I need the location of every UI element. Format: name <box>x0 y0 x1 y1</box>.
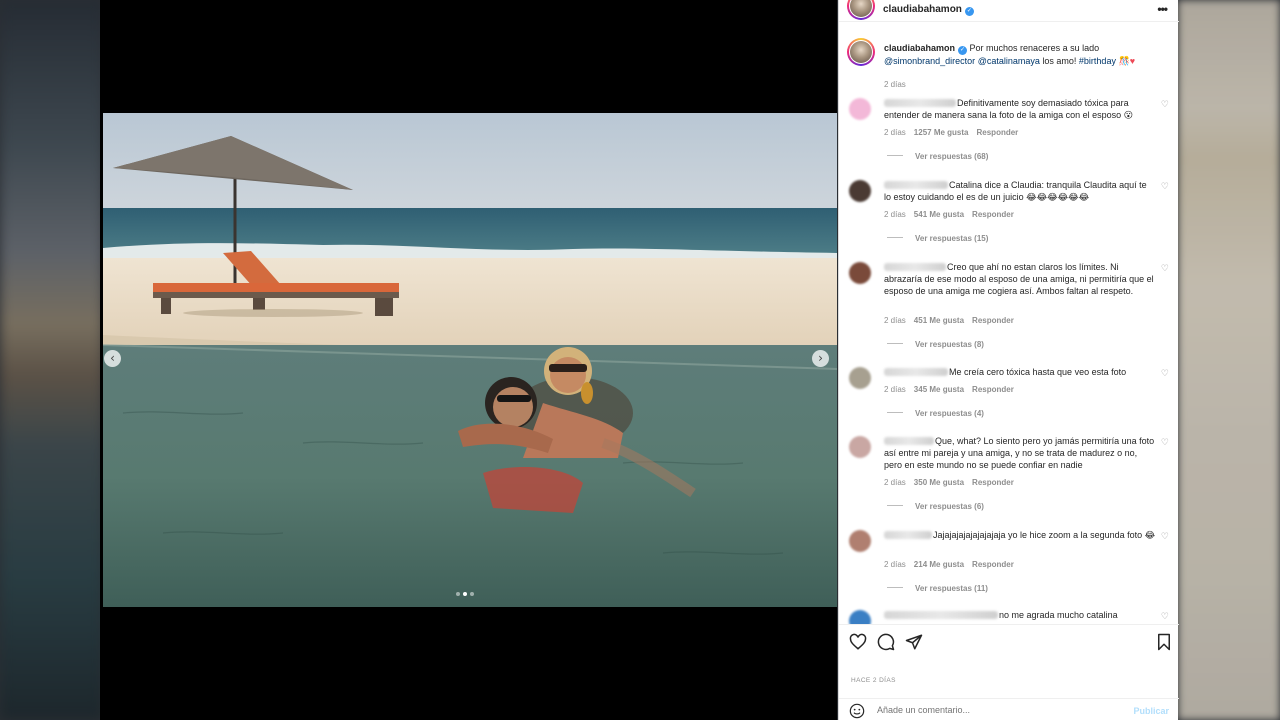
comment-avatar[interactable] <box>849 98 871 120</box>
comment-meta: 2 días 541 Me gusta Responder <box>884 210 1022 219</box>
caption-body: Por muchos renaceres a su lado <box>969 43 1100 53</box>
more-options-icon[interactable]: ••• <box>1157 2 1168 16</box>
comment-username-blurred[interactable] <box>884 181 948 189</box>
comment-time[interactable]: 2 días <box>884 560 906 569</box>
comment-avatar[interactable] <box>849 367 871 389</box>
comment-text: Creo que ahí no estan claros los límites… <box>884 262 1154 296</box>
caption-avatar[interactable] <box>847 38 875 66</box>
view-replies-button[interactable]: Ver respuestas (11) <box>887 584 988 593</box>
comment-likes[interactable]: 350 Me gusta <box>914 478 964 487</box>
view-replies-button[interactable]: Ver respuestas (6) <box>887 502 984 511</box>
party-emoji: 🎊 <box>1118 56 1130 66</box>
reply-button[interactable]: Responder <box>972 560 1014 569</box>
mention-link[interactable]: @catalinamaya <box>978 56 1040 66</box>
comment-text: Me creía cero tóxica hasta que veo esta … <box>884 367 1156 379</box>
like-comment-icon[interactable]: ♡ <box>1161 438 1169 448</box>
blurred-left-edge <box>0 0 104 720</box>
username-text[interactable]: claudiabahamon <box>883 4 962 15</box>
like-comment-icon[interactable]: ♡ <box>1161 264 1169 274</box>
post-header: claudiabahamon ✓ ••• <box>839 0 1179 22</box>
comment-avatar[interactable] <box>849 262 871 284</box>
comment-meta: 2 días 350 Me gusta Responder <box>884 478 1022 487</box>
like-comment-icon[interactable]: ♡ <box>1161 369 1169 379</box>
comment-username-blurred[interactable] <box>884 437 934 445</box>
post-caption: claudiabahamon ✓ Por muchos renaceres a s… <box>839 38 1179 98</box>
comment-time[interactable]: 2 días <box>884 210 906 219</box>
add-comment-bar: Publicar <box>839 698 1179 720</box>
mention-link[interactable]: @simonbrand_director <box>884 56 975 66</box>
like-comment-icon[interactable]: ♡ <box>1161 182 1169 192</box>
comment-likes[interactable]: 541 Me gusta <box>914 210 964 219</box>
comment-text: Jajajajajajajajajaja yo le hice zoom a l… <box>884 530 1156 542</box>
caption-body-2: los amo! <box>1042 56 1077 66</box>
comment-avatar[interactable] <box>849 610 871 624</box>
caption-username[interactable]: claudiabahamon <box>884 43 955 53</box>
comment-text: Que, what? Lo siento pero yo jamás permi… <box>884 436 1155 470</box>
carousel-dot[interactable] <box>470 592 474 596</box>
reply-button[interactable]: Responder <box>972 478 1014 487</box>
verified-badge-icon: ✓ <box>964 7 974 16</box>
instagram-post-panel: claudiabahamon ✓ ••• claudiabahamon ✓ Por … <box>838 0 1179 720</box>
post-username[interactable]: claudiabahamon ✓ <box>883 4 974 16</box>
add-comment-input[interactable] <box>877 705 1117 715</box>
reply-button[interactable]: Responder <box>972 210 1014 219</box>
comment-meta: 2 días 345 Me gusta Responder <box>884 385 1022 394</box>
carousel-prev-button[interactable]: ‹ <box>104 350 121 367</box>
comment-text: Definitivamente soy demasiado tóxica par… <box>884 98 1134 120</box>
save-bookmark-icon[interactable] <box>1155 633 1173 651</box>
comment-username-blurred[interactable] <box>884 368 948 376</box>
comment-time[interactable]: 2 días <box>884 385 906 394</box>
comment-username-blurred[interactable] <box>884 531 932 539</box>
comment-text: Catalina dice a Claudia: tranquila Claud… <box>884 180 1147 202</box>
reply-button[interactable]: Responder <box>972 385 1014 394</box>
comment-avatar[interactable] <box>849 180 871 202</box>
comment-text: no me agrada mucho catalina <box>884 610 1156 622</box>
like-comment-icon[interactable]: ♡ <box>1161 100 1169 110</box>
comment-time[interactable]: 2 días <box>884 478 906 487</box>
comment-avatar[interactable] <box>849 530 871 552</box>
comment-time[interactable]: 2 días <box>884 316 906 325</box>
publish-button[interactable]: Publicar <box>1133 706 1169 716</box>
comment-time[interactable]: 2 días <box>884 128 906 137</box>
comment-meta: 2 días 451 Me gusta Responder <box>884 316 1022 325</box>
carousel-dot-active[interactable] <box>463 592 467 596</box>
caption-text: claudiabahamon ✓ Por muchos renaceres a s… <box>884 42 1169 67</box>
comment-avatar[interactable] <box>849 436 871 458</box>
comment-username-blurred[interactable] <box>884 611 998 619</box>
comment-likes[interactable]: 214 Me gusta <box>914 560 964 569</box>
red-heart-emoji: ♥ <box>1129 56 1136 66</box>
profile-avatar[interactable] <box>847 0 875 20</box>
hashtag-link[interactable]: #birthday <box>1079 56 1116 66</box>
like-comment-icon[interactable]: ♡ <box>1161 612 1169 622</box>
post-actions-bar <box>839 624 1179 660</box>
reply-button[interactable]: Responder <box>972 316 1014 325</box>
post-photo[interactable] <box>103 113 837 607</box>
comment-meta: 2 días 1257 Me gusta Responder <box>884 128 1026 137</box>
view-replies-button[interactable]: Ver respuestas (4) <box>887 409 984 418</box>
post-age: HACE 2 DÍAS <box>851 677 896 684</box>
reply-button[interactable]: Responder <box>977 128 1019 137</box>
share-send-icon[interactable] <box>905 633 923 651</box>
carousel-dot[interactable] <box>456 592 460 596</box>
like-comment-icon[interactable]: ♡ <box>1161 532 1169 542</box>
comment-username-blurred[interactable] <box>884 263 946 271</box>
emoji-smiley-icon[interactable] <box>849 703 865 719</box>
comment-meta: 2 días 214 Me gusta Responder <box>884 560 1022 569</box>
beach-pool-photo <box>103 113 837 607</box>
comment-bubble-icon[interactable] <box>877 633 895 651</box>
carousel-next-button[interactable]: › <box>812 350 829 367</box>
verified-badge-icon: ✓ <box>958 46 968 55</box>
comment-likes[interactable]: 451 Me gusta <box>914 316 964 325</box>
comments-scroll-area[interactable]: claudiabahamon ✓ Por muchos renaceres a s… <box>839 30 1179 624</box>
blurred-right-edge <box>1178 0 1280 720</box>
view-replies-button[interactable]: Ver respuestas (8) <box>887 340 984 349</box>
view-replies-button[interactable]: Ver respuestas (15) <box>887 234 988 243</box>
carousel-dots <box>456 592 474 596</box>
like-heart-icon[interactable] <box>849 633 867 651</box>
comment-username-blurred[interactable] <box>884 99 956 107</box>
view-replies-button[interactable]: Ver respuestas (68) <box>887 152 988 161</box>
caption-time[interactable]: 2 días <box>884 80 906 89</box>
comment-likes[interactable]: 345 Me gusta <box>914 385 964 394</box>
comment-likes[interactable]: 1257 Me gusta <box>914 128 969 137</box>
